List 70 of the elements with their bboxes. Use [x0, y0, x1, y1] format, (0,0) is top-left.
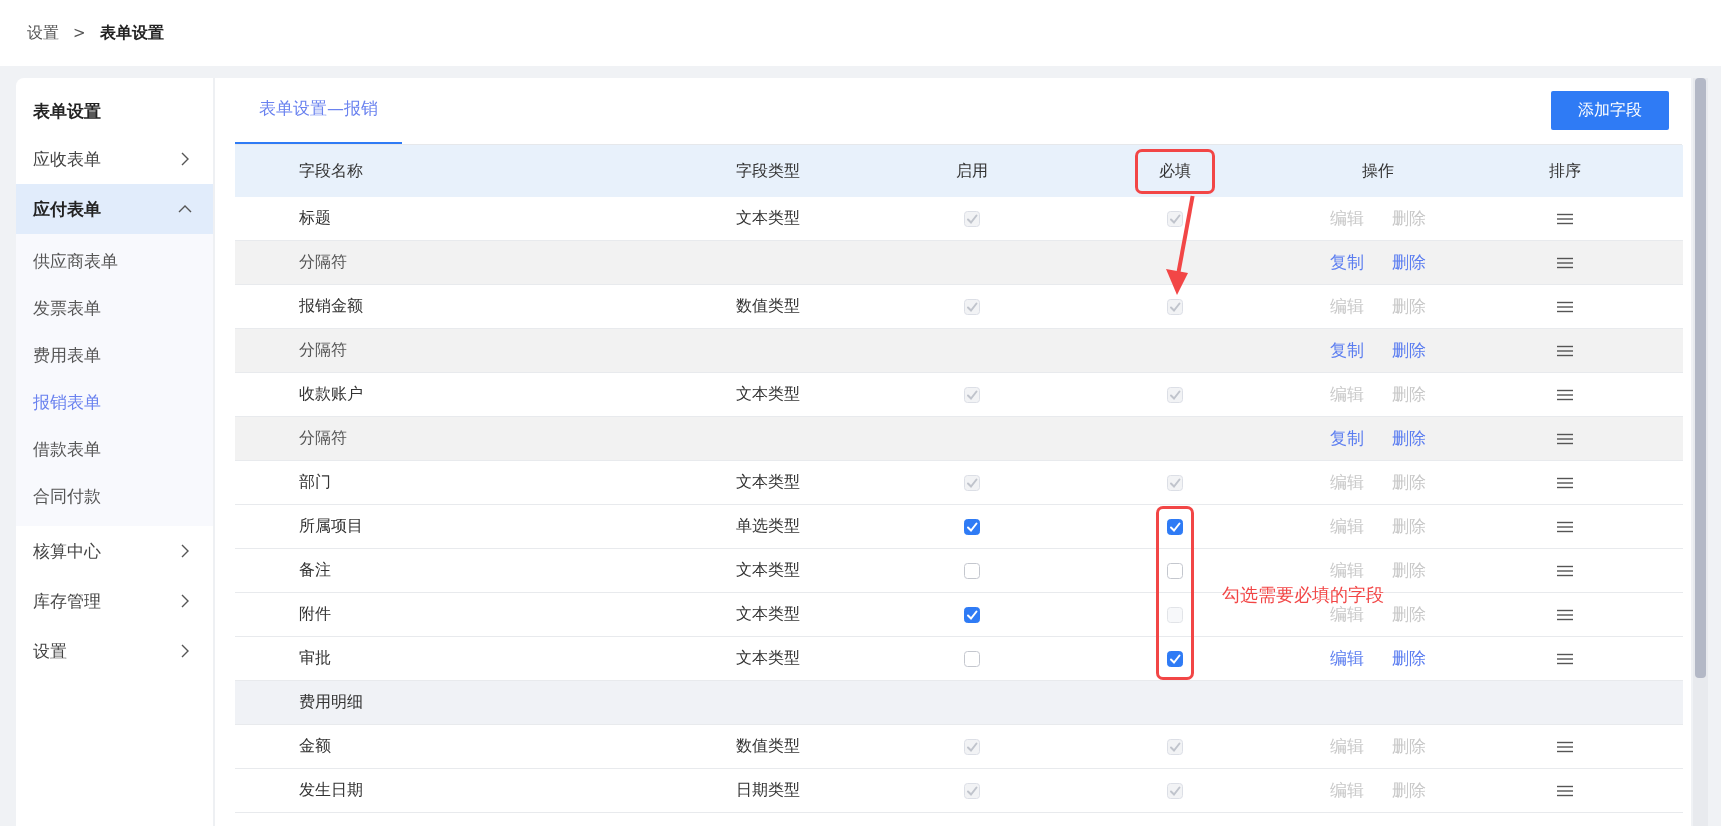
scrollbar-thumb[interactable]	[1695, 78, 1706, 678]
field-name: 分隔符	[299, 428, 347, 449]
checkbox[interactable]	[964, 606, 980, 623]
drag-handle-icon[interactable]	[1557, 476, 1573, 489]
field-type: 日期类型	[736, 780, 800, 801]
checkbox[interactable]	[964, 562, 980, 579]
checkbox[interactable]	[1167, 518, 1183, 535]
drag-handle-icon[interactable]	[1557, 212, 1573, 225]
column-header: 操作	[1362, 160, 1394, 182]
sidebar-item[interactable]: 应收表单	[16, 134, 213, 184]
drag-handle-icon[interactable]	[1557, 740, 1573, 753]
checkbox[interactable]	[964, 650, 980, 667]
breadcrumb-item[interactable]: 设置	[27, 22, 59, 44]
field-name: 所属项目	[299, 516, 363, 537]
field-type: 文本类型	[736, 384, 800, 405]
field-name: 发生日期	[299, 780, 363, 801]
field-name: 分隔符	[299, 340, 347, 361]
field-name: 金额	[299, 736, 331, 757]
sidebar-item[interactable]: 核算中心	[16, 526, 213, 576]
action-link[interactable]: 编辑	[1330, 647, 1364, 670]
drag-handle-icon[interactable]	[1557, 256, 1573, 269]
checkbox[interactable]	[1167, 562, 1183, 579]
drag-handle-icon[interactable]	[1557, 432, 1573, 445]
checkbox[interactable]	[1167, 650, 1183, 667]
drag-handle-icon[interactable]	[1557, 784, 1573, 797]
field-type: 文本类型	[736, 208, 800, 229]
field-name: 审批	[299, 648, 331, 669]
field-type: 文本类型	[736, 472, 800, 493]
add-field-button[interactable]: 添加字段	[1551, 91, 1669, 130]
action-link[interactable]: 删除	[1392, 647, 1426, 670]
sidebar-item[interactable]: 库存管理	[16, 576, 213, 626]
drag-handle-icon[interactable]	[1557, 388, 1573, 401]
field-name: 费用明细	[299, 692, 363, 713]
field-name: 部门	[299, 472, 331, 493]
field-type: 数值类型	[736, 736, 800, 757]
breadcrumb-item: 表单设置	[99, 22, 164, 44]
field-name: 备注	[299, 560, 331, 581]
column-header: 必填	[1159, 160, 1191, 182]
field-type: 数值类型	[736, 296, 800, 317]
submenu-item[interactable]: 供应商表单	[16, 238, 213, 285]
field-type: 文本类型	[736, 604, 800, 625]
field-type: 文本类型	[736, 648, 800, 669]
scrollbar[interactable]	[1693, 78, 1708, 826]
submenu-item[interactable]: 合同付款	[16, 473, 213, 520]
drag-handle-icon[interactable]	[1557, 652, 1573, 665]
field-name: 标题	[299, 208, 331, 229]
drag-handle-icon[interactable]	[1557, 608, 1573, 621]
drag-handle-icon[interactable]	[1557, 564, 1573, 577]
annotation-note: 勾选需要必填的字段	[1222, 582, 1384, 606]
column-header: 启用	[956, 160, 988, 182]
column-header: 字段类型	[736, 160, 800, 182]
sidebar-title: 表单设置	[32, 100, 102, 123]
sidebar-item[interactable]: 应付表单	[16, 184, 213, 234]
submenu-item[interactable]: 发票表单	[16, 285, 213, 332]
drag-handle-icon[interactable]	[1557, 300, 1573, 313]
drag-handle-icon[interactable]	[1557, 520, 1573, 533]
column-header: 字段名称	[299, 160, 363, 182]
sidebar-item[interactable]: 设置	[16, 626, 213, 676]
field-name: 收款账户	[299, 384, 363, 405]
submenu-item[interactable]: 费用表单	[16, 332, 213, 379]
field-name: 分隔符	[299, 252, 347, 273]
field-name: 附件	[299, 604, 331, 625]
submenu-item[interactable]: 借款表单	[16, 426, 213, 473]
checkbox[interactable]	[964, 518, 980, 535]
field-type: 文本类型	[736, 560, 800, 581]
breadcrumb-separator: >	[73, 24, 86, 42]
column-header: 排序	[1549, 160, 1581, 182]
drag-handle-icon[interactable]	[1557, 344, 1573, 357]
field-name: 报销金额	[299, 296, 363, 317]
field-type: 单选类型	[736, 516, 800, 537]
